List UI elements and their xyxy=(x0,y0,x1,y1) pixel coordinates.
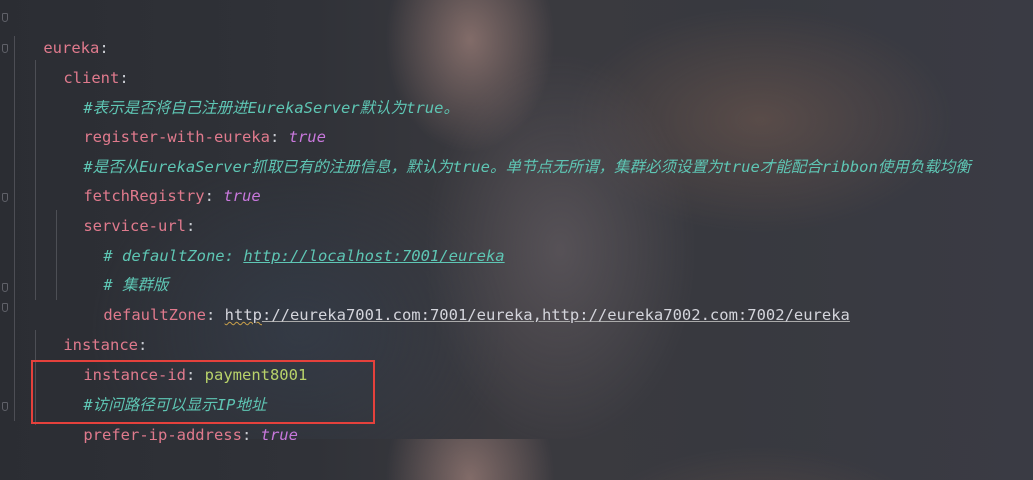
code-line[interactable]: instance: xyxy=(26,300,147,354)
fold-marker-icon[interactable] xyxy=(2,283,8,292)
code-line[interactable]: # 集群版 xyxy=(66,240,168,294)
yaml-value: true xyxy=(223,187,261,205)
fold-marker-icon[interactable] xyxy=(2,303,8,312)
yaml-value: true xyxy=(260,426,298,444)
code-line[interactable]: fetchRegistry: true xyxy=(46,151,260,205)
fold-marker-icon[interactable] xyxy=(2,193,8,202)
fold-marker-icon[interactable] xyxy=(2,402,8,411)
code-line[interactable]: #表示是否将自己注册进EurekaServer默认为true。 xyxy=(46,63,459,117)
comment-link[interactable]: http://localhost:7001/eureka xyxy=(243,247,504,265)
code-line[interactable]: service-url: xyxy=(46,181,195,235)
url-value[interactable]: ://eureka7001.com:7001/eureka,http://eur… xyxy=(262,306,850,324)
code-line[interactable]: register-with-eureka: true xyxy=(46,92,326,146)
code-line[interactable]: eureka: xyxy=(6,3,108,57)
code-line[interactable]: # defaultZone: http://localhost:7001/eur… xyxy=(66,211,504,265)
yaml-key: prefer-ip-address xyxy=(83,426,242,444)
code-line[interactable]: #是否从EurekaServer抓取已有的注册信息，默认为true。单节点无所谓… xyxy=(46,122,970,176)
url-value-warning[interactable]: http xyxy=(225,306,262,324)
code-line[interactable]: defaultZone: http://eureka7001.com:7001/… xyxy=(66,270,850,324)
code-line[interactable]: client: xyxy=(26,33,128,87)
indent-guide xyxy=(14,36,15,421)
code-line[interactable]: instance-id: payment8001 xyxy=(46,330,307,384)
yaml-colon: : xyxy=(204,187,224,205)
yaml-colon: : xyxy=(241,426,261,444)
highlight-annotation-box xyxy=(31,360,375,424)
code-editor[interactable]: eureka: client: #表示是否将自己注册进EurekaServer默… xyxy=(0,0,1033,444)
yaml-colon: : xyxy=(205,306,225,324)
